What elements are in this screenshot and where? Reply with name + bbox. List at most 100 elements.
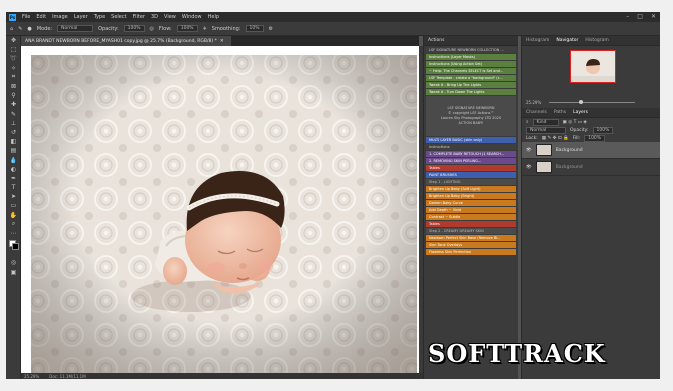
navigator-zoom-value[interactable]: 25.29% xyxy=(526,100,541,105)
pressure-opacity-icon[interactable]: ◎ xyxy=(150,26,154,32)
tab-channels[interactable]: Channels xyxy=(526,110,547,115)
document-tab[interactable]: ANA BRANDT NEWBORN BEFORE_MYASH01 copy.j… xyxy=(21,36,231,46)
shape-tool-icon[interactable]: ▭ xyxy=(6,201,21,210)
menu-type[interactable]: Type xyxy=(94,14,105,20)
menu-edit[interactable]: Edit xyxy=(36,14,46,20)
menu-select[interactable]: Select xyxy=(111,14,126,20)
menu-file[interactable]: File xyxy=(22,14,30,20)
action-item[interactable]: Tables xyxy=(426,221,516,227)
mode-select[interactable]: Normal xyxy=(57,25,94,32)
action-item[interactable]: Step 2 - CREAMY DREAMY SKIN xyxy=(426,228,516,234)
eyedropper-tool-icon[interactable]: ⚲ xyxy=(6,91,21,100)
action-item[interactable]: 1. COMPLETE BABY RETOUCH (1 SEARCH... xyxy=(426,151,516,157)
brush-tool-icon[interactable]: ✎ xyxy=(18,26,22,32)
fill-field[interactable]: 100% xyxy=(584,134,606,142)
action-item[interactable]: LSF Template - create a "background" (c.… xyxy=(426,75,516,81)
menu-window[interactable]: Window xyxy=(182,14,202,20)
zoom-readout[interactable]: 25.29% xyxy=(24,374,39,379)
marquee-tool-icon[interactable]: ⬚ xyxy=(6,45,21,54)
close-icon[interactable]: ✕ xyxy=(651,13,656,20)
navigator-thumbnail[interactable] xyxy=(570,50,616,83)
action-item[interactable]: Instructions xyxy=(426,144,516,150)
menu-image[interactable]: Image xyxy=(52,14,68,20)
layer-name[interactable]: Background xyxy=(556,165,583,170)
menu-layer[interactable]: Layer xyxy=(74,14,88,20)
zoom-slider-knob[interactable] xyxy=(579,99,584,104)
canvas[interactable] xyxy=(21,46,419,373)
action-item[interactable]: Instructions (Using Action Set) xyxy=(426,61,516,67)
visibility-eye-icon[interactable]: 👁 xyxy=(526,148,532,153)
action-item[interactable]: Tweak It - Turn Down The Lights xyxy=(426,89,516,95)
action-item[interactable]: Step 1 - LIGHTING xyxy=(426,179,516,185)
action-item[interactable]: Tweak It - Bring Up The Lights xyxy=(426,82,516,88)
layer-row-background-copy[interactable]: 👁 Background xyxy=(522,142,660,159)
quick-mask-icon[interactable]: ◎ xyxy=(6,258,21,267)
layer-kind-select[interactable]: Kind xyxy=(532,118,559,126)
move-tool-icon[interactable]: ✥ xyxy=(6,36,21,45)
home-icon[interactable]: ⌂ xyxy=(10,26,13,32)
action-item[interactable]: Skin Tone Overlays xyxy=(426,242,516,248)
action-item[interactable]: MULTI LAYER BASIC (skin only) xyxy=(426,137,516,143)
lasso-tool-icon[interactable]: ➰ xyxy=(6,54,21,63)
path-select-tool-icon[interactable]: ➤ xyxy=(6,192,21,201)
maximize-icon[interactable]: □ xyxy=(637,13,643,20)
brush-tool-icon-side[interactable]: ✎ xyxy=(6,110,21,119)
action-item[interactable]: Instructions (Layer Masks) xyxy=(426,54,516,60)
menu-3d[interactable]: 3D xyxy=(151,14,158,20)
layer-opacity-field[interactable]: 100% xyxy=(592,126,614,134)
lock-icons[interactable]: ▦ ✎ ✥ ⊡ 🔒 xyxy=(542,136,569,141)
tab-histogram-2[interactable]: Histogram xyxy=(585,38,608,43)
flow-field[interactable]: 100% xyxy=(176,25,198,32)
action-item[interactable]: LSF SIGNATURE NEWBORN COLLECTION ... xyxy=(426,47,516,53)
action-item[interactable]: Brighten Up Baby (Bright) xyxy=(426,193,516,199)
zoom-tool-icon[interactable]: ⌕ xyxy=(6,220,21,229)
opacity-field[interactable]: 100% xyxy=(123,25,145,32)
healing-tool-icon[interactable]: ✚ xyxy=(6,100,21,109)
tab-navigator[interactable]: Navigator xyxy=(556,38,578,43)
tab-close-icon[interactable]: ✕ xyxy=(220,39,224,44)
brush-size-icon[interactable]: ● xyxy=(27,26,31,32)
menu-help[interactable]: Help xyxy=(208,14,219,20)
layer-name[interactable]: Background xyxy=(556,148,583,153)
action-item[interactable]: Tables xyxy=(426,165,516,171)
more-tools-icon[interactable]: ⋯ xyxy=(6,229,21,238)
action-item[interactable]: ~ Help: The Channels SELECT is Set and..… xyxy=(426,68,516,74)
frame-tool-icon[interactable]: ⊠ xyxy=(6,82,21,91)
action-item[interactable]: Add Depth ~ Vivid xyxy=(426,207,516,213)
tab-paths[interactable]: Paths xyxy=(554,110,566,115)
action-item[interactable]: Newborn Perfect Skin Base (Remove Bl... xyxy=(426,235,516,241)
eraser-tool-icon[interactable]: ◧ xyxy=(6,137,21,146)
hand-tool-icon[interactable]: ✋ xyxy=(6,211,21,220)
dodge-tool-icon[interactable]: ◐ xyxy=(6,165,21,174)
crop-tool-icon[interactable]: ⌗ xyxy=(6,73,21,82)
blur-tool-icon[interactable]: 💧 xyxy=(6,155,21,164)
action-item[interactable]: Brighten Up Baby (Soft Light) xyxy=(426,186,516,192)
action-item[interactable]: 2. REMOVING SKIN PEELING... xyxy=(426,158,516,164)
stamp-tool-icon[interactable]: ⊥ xyxy=(6,119,21,128)
quick-select-tool-icon[interactable]: ✧ xyxy=(6,64,21,73)
action-item[interactable]: Darken Baby Curve xyxy=(426,200,516,206)
tab-layers[interactable]: Layers xyxy=(573,110,588,115)
layer-row-background[interactable]: 👁 Background xyxy=(522,159,660,176)
minimize-icon[interactable]: – xyxy=(626,13,629,20)
type-tool-icon[interactable]: T xyxy=(6,183,21,192)
blend-mode-select[interactable]: Normal xyxy=(526,126,566,134)
pen-tool-icon[interactable]: ✒ xyxy=(6,174,21,183)
history-brush-icon[interactable]: ↺ xyxy=(6,128,21,137)
action-item[interactable]: Flawless Skin Perfection xyxy=(426,249,516,255)
action-item[interactable]: PAINT BRUSHES xyxy=(426,172,516,178)
gradient-tool-icon[interactable]: ▤ xyxy=(6,146,21,155)
filter-icons[interactable]: ▣ ◎ T ▭ ◈ xyxy=(563,120,587,125)
airbrush-icon[interactable]: ✈ xyxy=(203,26,207,32)
filter-search-icon[interactable]: ⌕ xyxy=(526,119,529,125)
screen-mode-icon[interactable]: ▣ xyxy=(6,268,21,277)
action-item[interactable]: Contrast ~ Subtle xyxy=(426,214,516,220)
settings-gear-icon[interactable]: ⚙ xyxy=(269,26,273,32)
background-color-swatch[interactable] xyxy=(12,243,19,250)
menu-view[interactable]: View xyxy=(164,14,176,20)
visibility-eye-icon[interactable]: 👁 xyxy=(526,165,532,170)
menu-filter[interactable]: Filter xyxy=(133,14,145,20)
navigator-zoom-slider[interactable] xyxy=(549,99,636,104)
smoothing-field[interactable]: 10% xyxy=(245,25,264,32)
tab-histogram[interactable]: Histogram xyxy=(526,38,549,43)
